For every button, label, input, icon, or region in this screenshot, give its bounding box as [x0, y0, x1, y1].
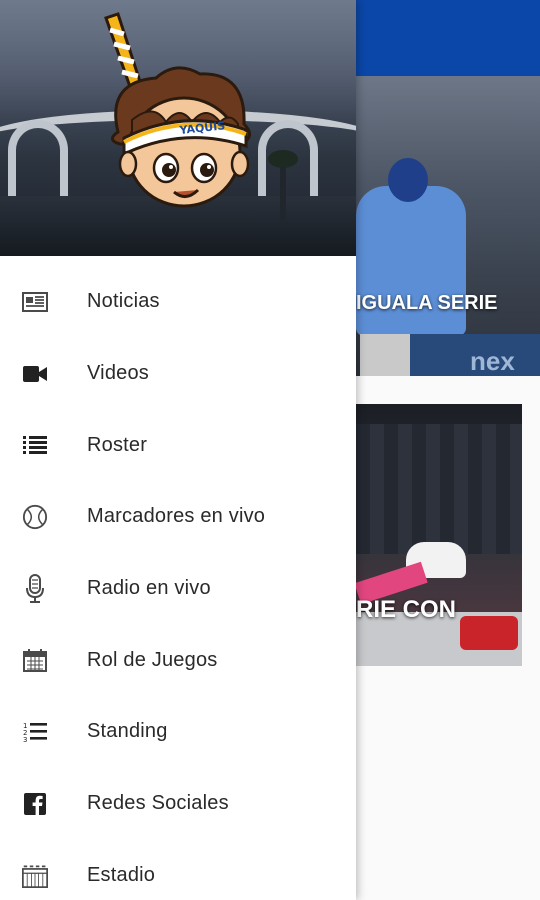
menu-item-redes-sociales[interactable]: Redes Sociales [0, 768, 356, 840]
menu-item-estadio[interactable]: Estadio [0, 840, 356, 900]
app-root: nex Comex IGUALA SERIE RIE CON [0, 0, 540, 900]
baseball-icon [22, 504, 48, 530]
microphone-icon [22, 573, 48, 603]
menu-item-label: Videos [87, 362, 149, 385]
palm-tree [280, 160, 286, 220]
menu-item-noticias[interactable]: Noticias [0, 266, 356, 338]
menu-item-label: Radio en vivo [87, 577, 211, 600]
navigation-drawer: YAQUIS Noticias Videos Roster Marcadores… [0, 0, 356, 900]
menu-item-label: Redes Sociales [87, 792, 229, 815]
mascot-logo: YAQUIS [104, 12, 251, 208]
drawer-scrim[interactable] [356, 0, 540, 900]
menu-item-label: Roster [87, 433, 148, 456]
list-icon [22, 432, 48, 458]
menu-item-marcadores[interactable]: Marcadores en vivo [0, 481, 356, 553]
videocam-icon [22, 361, 48, 387]
calendar-icon [22, 647, 48, 673]
menu-item-roster[interactable]: Roster [0, 409, 356, 481]
drawer-menu: Noticias Videos Roster Marcadores en viv… [0, 256, 356, 900]
menu-item-rol-de-juegos[interactable]: Rol de Juegos [0, 624, 356, 696]
menu-item-label: Estadio [87, 863, 156, 886]
palm-tree-top [268, 150, 298, 168]
stadium-icon [22, 862, 48, 889]
menu-item-standing[interactable]: 123 Standing [0, 696, 356, 768]
facebook-icon [22, 791, 48, 817]
menu-item-label: Noticias [87, 290, 160, 313]
svg-text:3: 3 [23, 736, 27, 744]
numbered-list-icon: 123 [22, 719, 48, 745]
menu-item-label: Marcadores en vivo [87, 505, 266, 528]
menu-item-radio[interactable]: Radio en vivo [0, 553, 356, 625]
stadium-arch [8, 120, 68, 200]
menu-item-label: Standing [87, 720, 168, 743]
menu-item-videos[interactable]: Videos [0, 338, 356, 410]
drawer-header: YAQUIS [0, 0, 356, 256]
menu-item-label: Rol de Juegos [87, 648, 218, 671]
newspaper-icon [22, 289, 48, 315]
